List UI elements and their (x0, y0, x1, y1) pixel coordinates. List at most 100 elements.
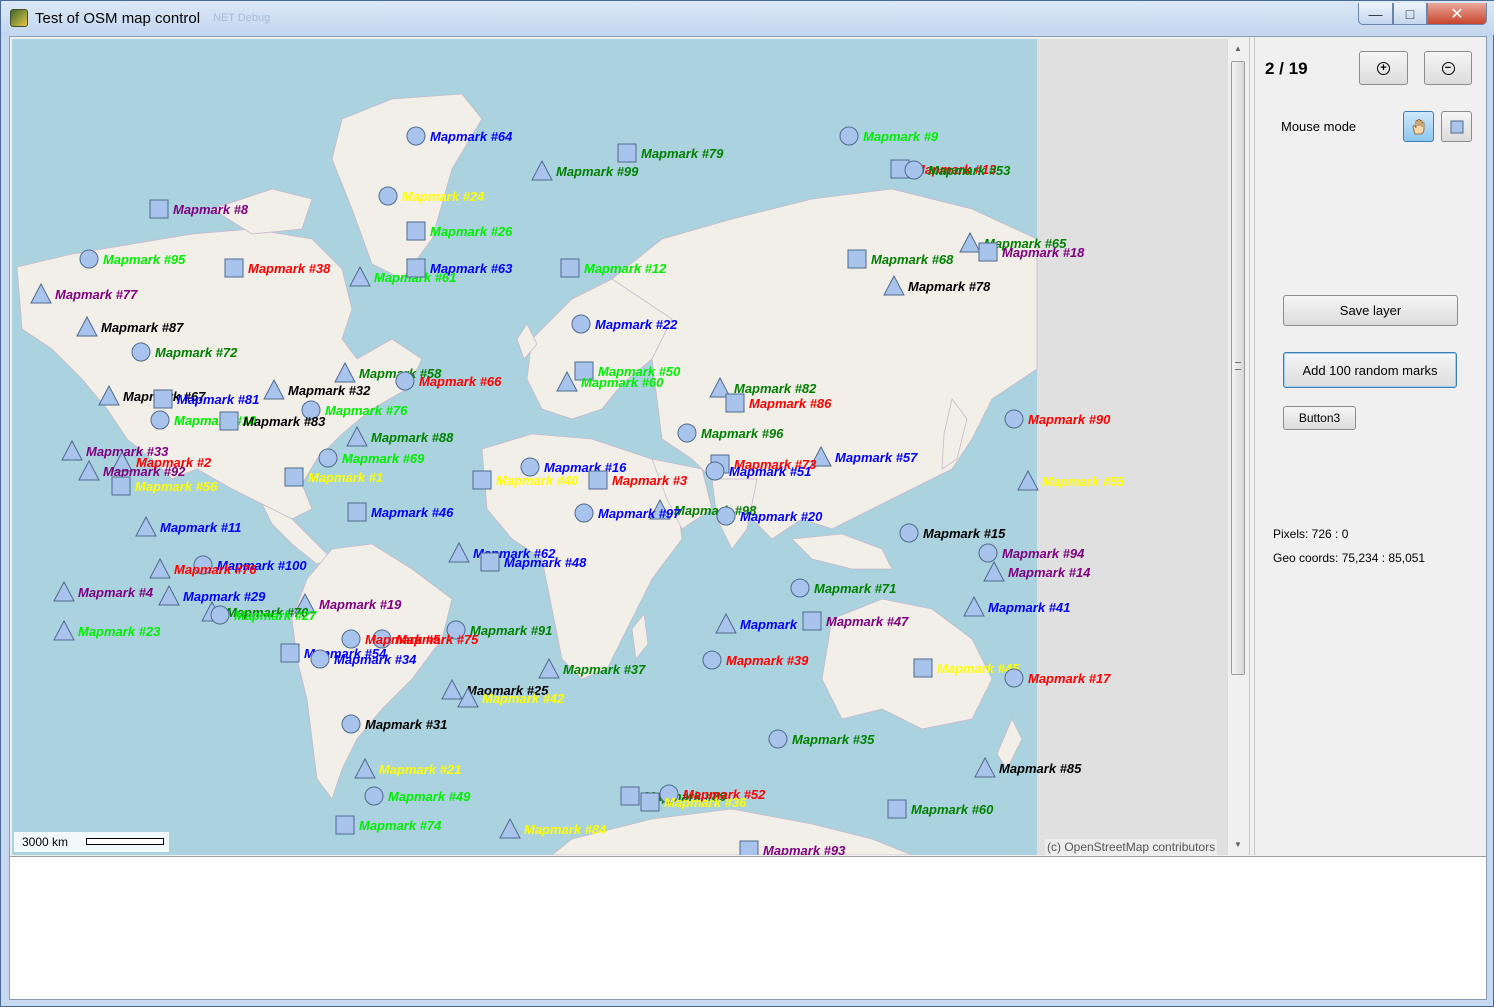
square-mark-icon (802, 611, 822, 631)
map-mark-label: Mapmark #22 (595, 317, 678, 332)
map-mark-label: Mapmark #46 (371, 505, 454, 520)
map-mark[interactable]: Mapmark #90 (1004, 409, 1111, 429)
minimize-button[interactable]: — (1358, 3, 1393, 25)
map-mark[interactable]: Mapmark #45 (913, 658, 1020, 678)
map-mark-label: Mapmark #60 (581, 375, 664, 390)
map-mark[interactable]: Mapmark #94 (978, 543, 1085, 563)
map-mark[interactable]: Mapmark #95 (79, 249, 186, 269)
map-mark[interactable]: Mapmark #35 (768, 729, 875, 749)
select-mode-button[interactable] (1441, 111, 1472, 142)
map-mark[interactable]: Mapmark #36 (640, 792, 747, 812)
circle-mark-icon (839, 126, 859, 146)
map-mark-label: Mapmark #77 (55, 287, 138, 302)
map-mark[interactable]: Mapmark #15 (899, 523, 1006, 543)
map-mark[interactable]: Mapmark #68 (847, 249, 954, 269)
map-mark-label: Mapmark #53 (928, 163, 1011, 178)
map-vertical-scrollbar[interactable]: ▲ ▼ (1227, 39, 1247, 855)
map-mark-label: Mapmark #90 (1028, 412, 1111, 427)
map-mark[interactable]: Mapmark #27 (210, 605, 317, 625)
title-bar[interactable]: Test of OSM map control NET Debug — □ ✕ (1, 1, 1494, 35)
map-mark[interactable]: Mapmark #20 (716, 506, 823, 526)
map-mark-label: Mapmark #47 (826, 614, 909, 629)
map-mark-label: Mapmark #41 (988, 600, 1070, 615)
map-mark-label: Mapmark #37 (563, 662, 646, 677)
map-mark[interactable]: Mapmark #22 (571, 314, 678, 334)
zoom-out-button[interactable]: − (1424, 51, 1472, 85)
map-mark[interactable]: Mapmark #66 (395, 371, 502, 391)
map-mark[interactable]: Mapmark #40 (472, 470, 579, 490)
map-mark-label: Mapmark #48 (504, 555, 587, 570)
map-mark-label: Mapmark #19 (319, 597, 402, 612)
map-mark[interactable]: Mapmark #46 (347, 502, 454, 522)
map-mark-label: Mapmark #26 (430, 224, 513, 239)
square-mark-icon (588, 470, 608, 490)
map-mark[interactable]: Mapmark #49 (364, 786, 471, 806)
map-mark[interactable]: Mapmark #56 (111, 476, 218, 496)
map-mark[interactable]: Mapmark #3 (588, 470, 688, 490)
zoom-out-icon: − (1441, 61, 1455, 75)
map-mark[interactable]: Mapmark #79 (617, 143, 724, 163)
map-mark[interactable]: Mapmark #96 (677, 423, 784, 443)
map-mark[interactable]: Mapmark #12 (560, 258, 667, 278)
map-mark-label: Mapmark #36 (664, 795, 747, 810)
map-mark[interactable]: Mapmark #10 (150, 410, 257, 430)
map-mark-label: Mapmark #94 (1002, 546, 1085, 561)
map-mark-label: Mapmark #9 (863, 129, 939, 144)
map-mark[interactable]: Mapmark #72 (131, 342, 238, 362)
map-mark[interactable]: Mapmark #60 (887, 799, 994, 819)
button3[interactable]: Button3 (1283, 406, 1356, 430)
map-mark[interactable]: Mapmark #63 (406, 258, 513, 278)
add-random-marks-button[interactable]: Add 100 random marks (1283, 352, 1457, 388)
rectangle-select-icon (1450, 120, 1463, 133)
map-mark[interactable]: Mapmark #71 (790, 578, 896, 598)
circle-mark-icon (406, 126, 426, 146)
output-area[interactable] (10, 856, 1486, 999)
close-button[interactable]: ✕ (1427, 3, 1487, 25)
map-mark[interactable]: Mapmark #38 (224, 258, 331, 278)
map-mark[interactable]: Mapmark #86 (725, 393, 832, 413)
pan-mode-button[interactable] (1403, 111, 1434, 142)
circle-mark-icon (1004, 409, 1024, 429)
map-mark[interactable]: Mapmark #31 (341, 714, 447, 734)
save-layer-button[interactable]: Save layer (1283, 295, 1458, 326)
map-mark-label: Mapmark #15 (923, 526, 1006, 541)
map-mark[interactable]: Mapmark #1 (284, 467, 383, 487)
scrollbar-thumb[interactable] (1231, 61, 1245, 675)
map-mark[interactable]: Mapmark #34 (310, 649, 417, 669)
square-mark-icon (480, 552, 500, 572)
scroll-up-icon[interactable]: ▲ (1228, 41, 1248, 57)
map-mark[interactable]: Mapmark #24 (378, 186, 485, 206)
app-icon (10, 9, 28, 27)
map-mark[interactable]: Mapmark #74 (335, 815, 442, 835)
map-mark[interactable]: Mapmark #51 (705, 461, 811, 481)
map-canvas[interactable]: Mapmark #64 Mapmark #9 Mapmark #79 Mapmark … (12, 39, 1227, 855)
map-mark[interactable]: Mapmark #81 (153, 389, 259, 409)
circle-mark-icon (702, 650, 722, 670)
map-mark[interactable]: Mapmark #17 (1004, 668, 1111, 688)
map-mark-label: Mapmark #32 (288, 383, 371, 398)
map-mark[interactable]: Mapmark #93 (739, 840, 846, 855)
maximize-button[interactable]: □ (1393, 3, 1427, 25)
panel-splitter[interactable] (1249, 37, 1255, 855)
square-mark-icon (111, 476, 131, 496)
map-mark-label: Mapmark #96 (701, 426, 784, 441)
map-mark[interactable]: Mapmark #39 (702, 650, 809, 670)
map-mark[interactable]: Mapmark #97 (574, 503, 681, 523)
zoom-in-button[interactable]: + (1359, 51, 1408, 85)
map-mark[interactable]: Mapmark #9 (839, 126, 939, 146)
map-mark[interactable]: Mapmark #26 (406, 221, 513, 241)
square-mark-icon (913, 658, 933, 678)
square-mark-icon (617, 143, 637, 163)
map-mark[interactable]: Mapmark #53 (904, 160, 1011, 180)
map-mark[interactable]: Mapmark #48 (480, 552, 587, 572)
scroll-down-icon[interactable]: ▼ (1228, 837, 1248, 853)
map-mark[interactable]: Mapmark #8 (149, 199, 249, 219)
map-mark[interactable]: Mapmark #83 (219, 411, 326, 431)
map-mark[interactable]: Mapmark #18 (978, 242, 1085, 262)
map-mark-label: Mapmark #95 (103, 252, 186, 267)
map-mark-label: Mapmark #56 (135, 479, 218, 494)
map-mark[interactable]: Mapmark #64 (406, 126, 513, 146)
map-mark[interactable]: Mapmark #47 (802, 611, 909, 631)
map-mark[interactable]: Mapmark #69 (318, 448, 425, 468)
osm-map-view[interactable]: Mapmark #64 Mapmark #9 Mapmark #79 Mapmark … (12, 39, 1227, 855)
